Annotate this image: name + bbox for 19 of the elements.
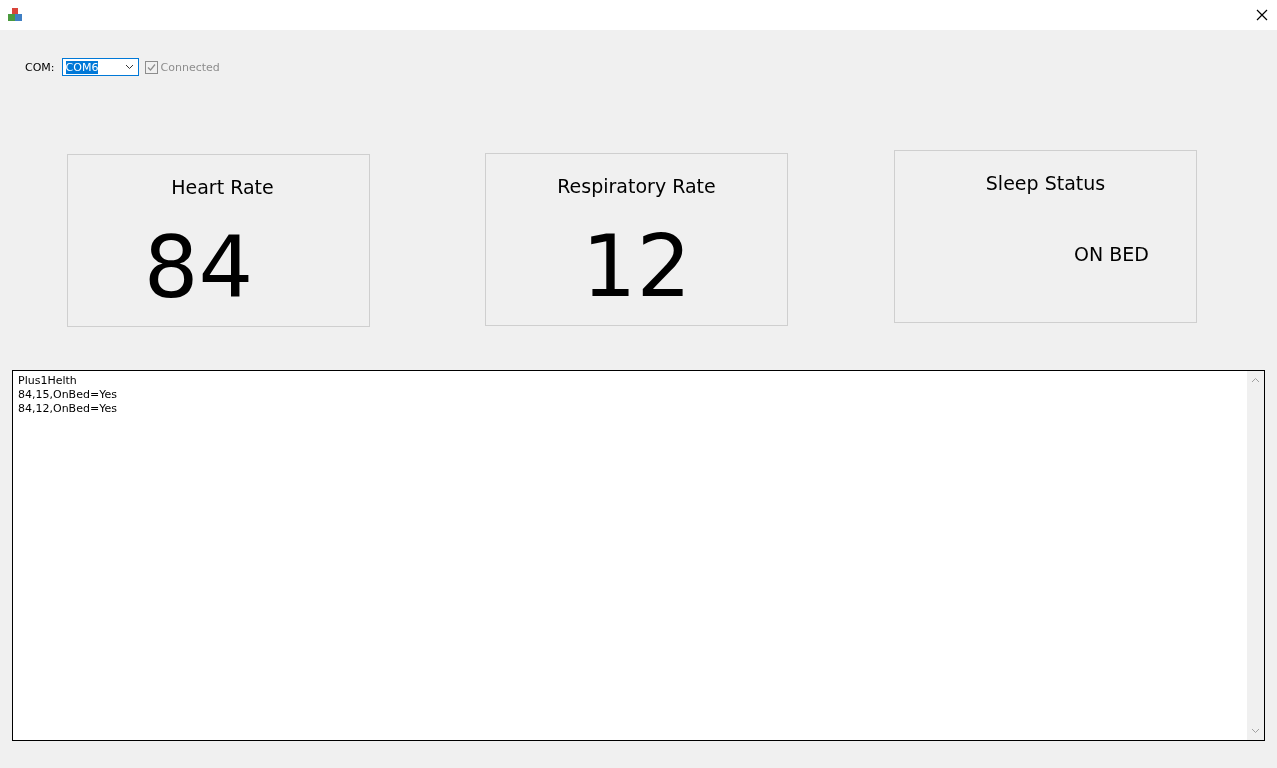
checkmark-icon bbox=[145, 61, 157, 73]
panel-title: Heart Rate bbox=[170, 176, 275, 198]
metric-value: 84 bbox=[142, 224, 255, 310]
app-icon bbox=[7, 7, 23, 23]
port-label: COM: bbox=[25, 60, 55, 74]
scroll-up-icon[interactable] bbox=[1251, 377, 1260, 383]
panel-title: Sleep Status bbox=[984, 172, 1107, 194]
dropdown-caret-icon bbox=[124, 64, 134, 70]
scroll-down-icon[interactable] bbox=[1251, 728, 1260, 734]
port-dropdown[interactable]: COM6 bbox=[61, 58, 139, 76]
log-line: 84,12,OnBed=Yes bbox=[18, 402, 118, 416]
log-line: Plus1Helth bbox=[18, 374, 78, 388]
scrollbar[interactable] bbox=[1247, 371, 1264, 740]
log-line: 84,15,OnBed=Yes bbox=[18, 388, 118, 402]
panel-title: Respiratory Rate bbox=[556, 175, 717, 197]
status-value: ON BED bbox=[1073, 243, 1150, 265]
close-icon[interactable] bbox=[1256, 9, 1268, 21]
metric-value: 12 bbox=[580, 223, 693, 309]
log-text-area[interactable]: Plus1Helth 84,15,OnBed=Yes 84,12,OnBed=Yes bbox=[12, 370, 1265, 741]
